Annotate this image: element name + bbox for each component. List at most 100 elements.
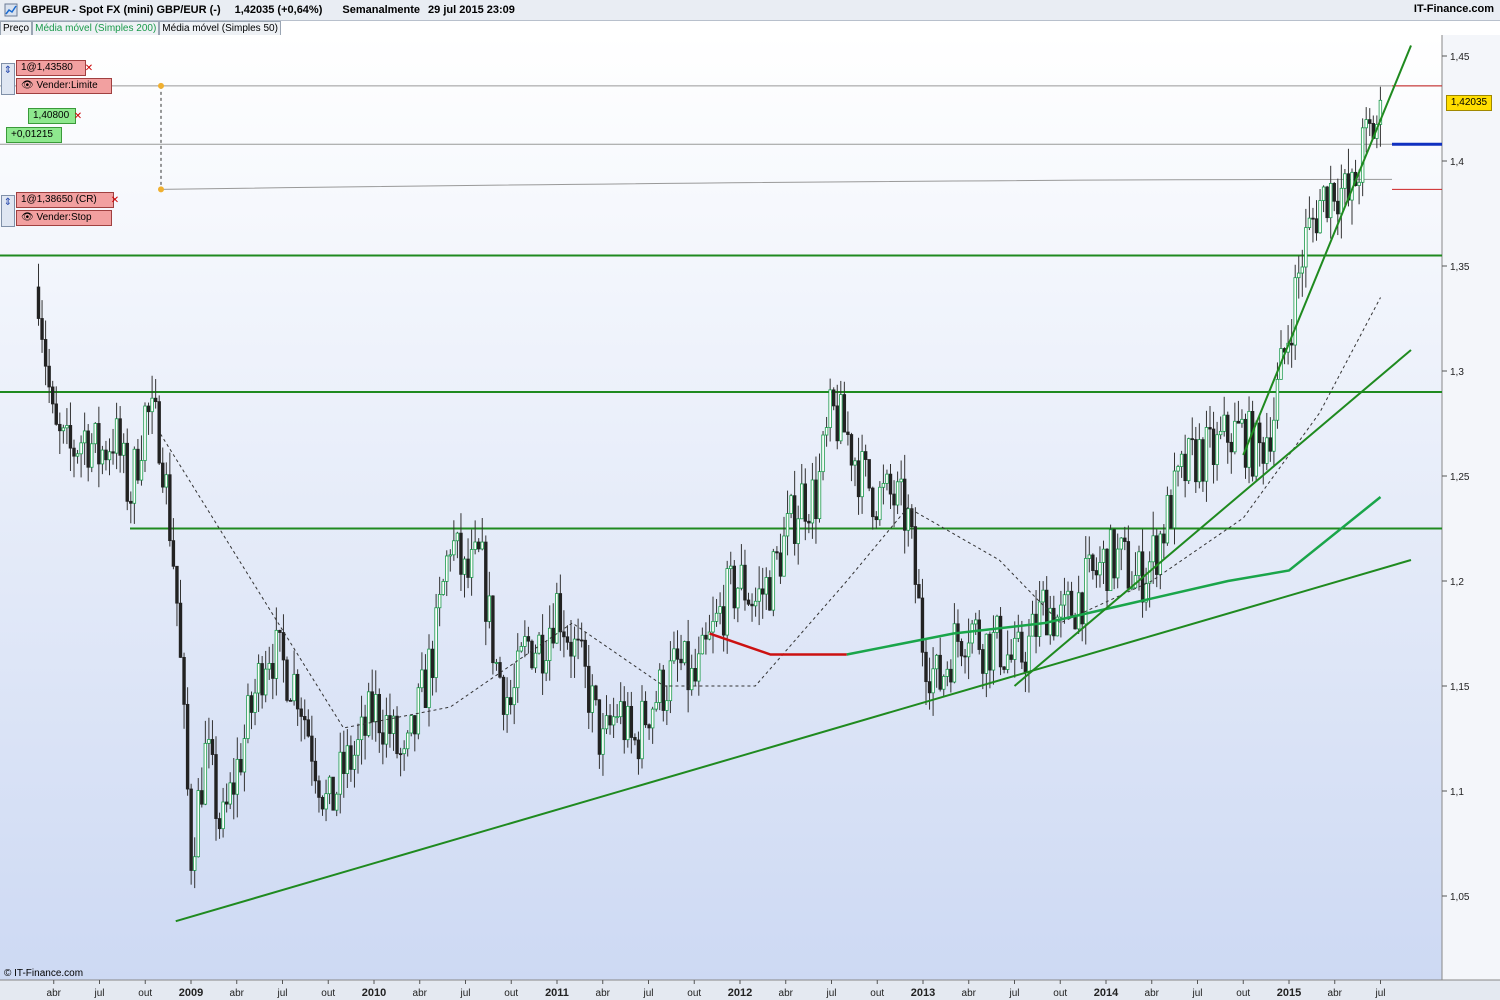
candle-body xyxy=(778,552,783,577)
candle-body xyxy=(1023,661,1028,673)
y-tick-label: 1,45 xyxy=(1450,52,1470,63)
candle-body xyxy=(1336,200,1340,215)
price-chart[interactable]: 1,45 1,4 1,35 1,3 1,25 1,2 1,15 1,1 1,05 abr jul ou… xyxy=(0,35,1500,1000)
candle-body xyxy=(931,668,935,694)
stop-order-action[interactable]: 👁 Vender:Stop xyxy=(16,210,112,226)
candle-body xyxy=(1357,181,1361,186)
stop-order-action-label: Vender:Stop xyxy=(36,212,92,223)
candle-body xyxy=(47,365,51,388)
candle-body xyxy=(292,673,296,702)
order-anchor-dot xyxy=(158,82,164,89)
candle-body xyxy=(881,482,886,488)
target-order-close-icon[interactable]: ✕ xyxy=(73,112,83,122)
candle-body xyxy=(377,694,381,734)
candle-body xyxy=(217,818,222,830)
candle-body xyxy=(679,658,683,664)
x-tick-label: jul xyxy=(1008,988,1019,999)
candle-body xyxy=(295,673,300,710)
limit-order-handle[interactable]: ⇕ xyxy=(1,63,15,95)
limit-order-price[interactable]: 1@1,43580 xyxy=(16,60,86,76)
candle-body xyxy=(658,669,662,703)
x-tick-label: out xyxy=(504,988,518,999)
candle-body xyxy=(185,703,190,790)
target-order-price[interactable]: 1,40800 xyxy=(28,108,76,124)
candle-body xyxy=(942,675,946,690)
candle-body xyxy=(249,695,254,713)
y-tick-label: 1,15 xyxy=(1450,682,1470,693)
candle-body xyxy=(462,558,467,575)
candle-body xyxy=(356,739,360,756)
candle-body xyxy=(161,462,165,488)
candle-body xyxy=(508,697,513,706)
candle-body xyxy=(1236,420,1241,424)
eye-icon: 👁 xyxy=(21,212,34,223)
candle-body xyxy=(537,634,541,654)
x-tick-label: 2009 xyxy=(179,987,203,999)
limit-order-close-icon[interactable]: ✕ xyxy=(84,64,94,74)
candle-body xyxy=(917,584,921,599)
candle-body xyxy=(970,623,974,644)
candle-body xyxy=(487,595,492,622)
candle-body xyxy=(498,662,502,678)
candle-body xyxy=(505,697,509,715)
candle-body xyxy=(888,473,893,495)
x-tick-label: jul xyxy=(459,988,470,999)
candle-body xyxy=(661,669,665,711)
candle-body xyxy=(839,394,843,442)
candle-body xyxy=(484,541,488,622)
eye-icon: 👁 xyxy=(21,80,34,91)
candle-body xyxy=(906,508,910,531)
candle-body xyxy=(700,634,705,655)
limit-order-action[interactable]: 👁 Vender:Limite xyxy=(16,78,112,94)
x-tick-label: 2015 xyxy=(1277,987,1301,999)
candle-body xyxy=(1162,533,1166,544)
candle-body xyxy=(583,639,587,667)
candle-body xyxy=(587,665,591,713)
tab-price[interactable]: Preço xyxy=(0,21,33,36)
candle-body xyxy=(611,716,616,726)
x-tick-label: abr xyxy=(779,988,794,999)
candle-body xyxy=(178,602,183,658)
tab-ma50[interactable]: Média móvel (Simples 50) xyxy=(159,21,281,36)
candle-body xyxy=(501,676,506,715)
candle-body xyxy=(398,753,403,756)
candle-body xyxy=(729,565,733,570)
candle-body xyxy=(427,648,431,708)
candle-body xyxy=(757,588,761,602)
candle-body xyxy=(175,565,179,604)
candle-body xyxy=(263,668,268,696)
candle-body xyxy=(604,715,609,730)
candle-body xyxy=(310,735,314,762)
candle-body xyxy=(544,660,548,674)
candle-body xyxy=(739,564,744,589)
candle-body xyxy=(97,423,101,465)
candle-body xyxy=(224,801,229,805)
candle-body xyxy=(1339,187,1344,215)
candle-body xyxy=(114,418,119,454)
candle-body xyxy=(1098,562,1102,576)
x-tick-label: abr xyxy=(962,988,977,999)
candle-body xyxy=(643,700,648,726)
candle-body xyxy=(675,648,680,660)
stop-order-handle[interactable]: ⇕ xyxy=(1,195,15,227)
stop-order-close-icon[interactable]: ✕ xyxy=(110,196,120,206)
period-selector[interactable]: Semanalmente xyxy=(342,4,420,16)
candle-body xyxy=(207,739,211,744)
candle-body xyxy=(892,493,896,506)
candle-body xyxy=(349,745,353,770)
candle-body xyxy=(61,427,66,432)
candle-body xyxy=(878,486,882,521)
candle-body xyxy=(40,318,44,340)
x-tick-label: 2010 xyxy=(362,987,386,999)
candle-body xyxy=(615,716,619,719)
stop-order-price[interactable]: 1@1,38650 (CR) xyxy=(16,192,114,208)
candle-body xyxy=(690,668,694,691)
candle-body xyxy=(1243,418,1248,468)
candle-body xyxy=(622,701,626,741)
candle-body xyxy=(306,719,310,737)
tab-ma200[interactable]: Média móvel (Simples 200) xyxy=(32,21,160,36)
candle-body xyxy=(72,447,76,457)
candle-body xyxy=(540,634,545,674)
candle-body xyxy=(594,685,598,701)
candle-body xyxy=(153,397,158,403)
